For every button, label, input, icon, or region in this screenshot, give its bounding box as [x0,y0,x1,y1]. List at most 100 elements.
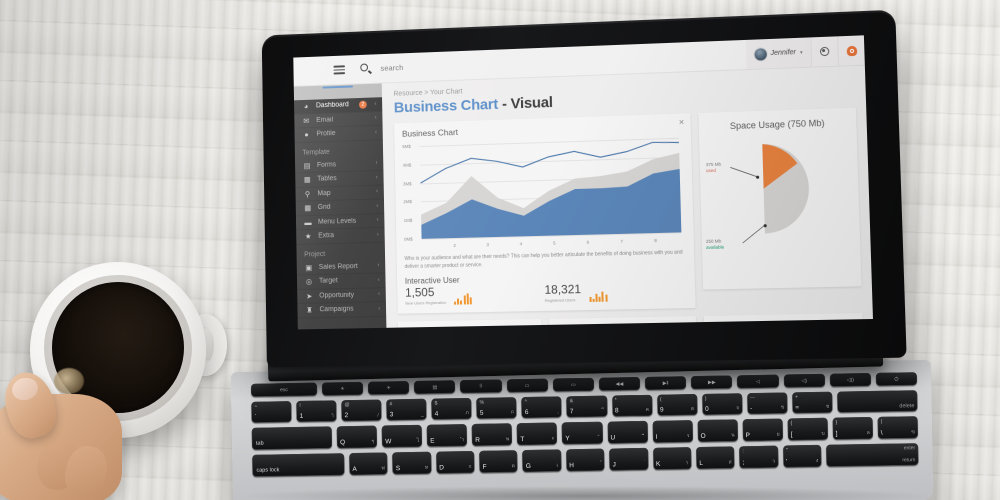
key-8[interactable]: * 8 ค [611,394,653,417]
chevron-left-icon: ‹ [374,101,377,108]
chevron-left-icon: ‹ [376,203,379,210]
key-d[interactable]: Dก [435,450,475,474]
chevron-down-icon: ▾ [799,49,803,56]
key-3[interactable]: #3 _ [386,398,427,421]
key-5[interactable]: % 5 ถ [476,397,517,419]
close-icon[interactable]: ✕ [678,118,684,127]
key-4[interactable]: $4 ภ [431,397,472,420]
key-s[interactable]: Sห [392,451,432,475]
laptop-lid: search Jennifer ▾ ◕ Dashboard 2 ‹ ✉ Emai… [261,9,907,368]
key-backslash[interactable]: | \ ฃ [877,416,918,439]
key-q[interactable]: Qๆ [336,425,378,449]
sidebar-item-label: Forms [316,161,337,169]
panel-marketing-chart[interactable]: Marketing Chart ✕ [549,316,697,330]
sidebar-item-label: Dashboard [315,101,349,110]
close-icon[interactable]: ✕ [530,324,536,329]
available-label: available [706,244,725,251]
user-menu[interactable]: Jennifer ▾ [745,37,812,70]
key-f4[interactable]: ⠿ [460,379,502,394]
key-f5[interactable]: ▭ [506,378,548,393]
key-bracket-right[interactable]: }] ล [832,416,873,440]
key-p[interactable]: Pย [742,418,783,442]
key-caps-lock[interactable]: caps lock [252,453,345,477]
search-input[interactable]: search [380,63,403,73]
key-f8[interactable]: ▶‖ [644,376,687,390]
key-f11[interactable]: ◁) [783,373,825,388]
chart-svg [420,138,682,239]
close-icon[interactable]: ✕ [684,321,690,329]
x-axis-label: 7 [620,238,623,244]
key-tab[interactable]: tab [251,426,333,450]
sidebar-item-campaigns[interactable]: ♜ Campaigns ‹ [297,302,387,319]
key-power[interactable]: ⏻ [875,372,918,386]
key-return-label-bottom: return [902,457,916,464]
key-r[interactable]: Rพ [471,423,513,446]
key-equals[interactable]: + = ช [791,391,833,414]
key-f9[interactable]: ▶▶ [691,375,733,390]
key-o[interactable]: Oน [697,419,738,442]
sidebar-item-label: Extra [318,232,334,240]
gear-icon [819,46,830,57]
key-minus[interactable]: — - ข [746,392,788,415]
key-f6[interactable]: ▭ [552,377,594,392]
x-axis-label: 2 [453,242,456,248]
key-f1[interactable]: ☀ [321,381,364,396]
notifications-button[interactable] [837,35,865,66]
key-bracket-left[interactable]: {[บ [787,417,828,441]
key-a[interactable]: Aฟ [349,452,388,476]
key-0[interactable]: ) 0 จ [701,393,743,415]
keyboard[interactable]: esc ☀ ☀ ▤ ⠿ ▭ ▭ ◀◀ ▶‖ ▶▶ ◁ ◁) ◁)) ⏻ ~ ` !… [245,372,919,500]
x-axis-label: 5 [553,240,556,246]
key-return[interactable]: enter return [826,443,919,467]
key-2[interactable]: @2/ [341,399,382,422]
panel-realtime-dashboard[interactable]: Realtime Dashboard ✕ [397,318,542,330]
key-t[interactable]: Tะ [517,422,558,446]
key-9[interactable]: (9 ต [656,393,698,416]
bottom-panels: Realtime Dashboard ✕ Marketing Chart ✕ T… [397,313,864,330]
key-tilde[interactable]: ~ ` [251,401,292,423]
settings-button[interactable] [810,36,838,67]
key-quote[interactable]: " ' ง [782,444,822,468]
sidebar-section-project-heading: Project [304,250,326,258]
user-name: Jennifer [770,49,797,58]
key-semicolon[interactable]: :; ว [739,445,779,469]
key-w[interactable]: Wไ [381,424,423,448]
keyboard-row-home[interactable]: caps lock Aฟ Sห Dก Fด Gเ H้ J่ Kา Lส :; ว… [246,443,919,477]
sidebar-item-label: Grid [317,204,331,212]
key-f7[interactable]: ◀◀ [598,376,641,391]
key-f12[interactable]: ◁)) [829,372,871,387]
key-i[interactable]: Iร [652,420,693,443]
business-chart: 5M$ 4M$ 3M$ 2M$ 1M$ 0M$ 2 3 4 5 6 7 8 [402,134,686,252]
key-f10[interactable]: ◁ [737,374,779,389]
key-f3[interactable]: ▤ [414,380,456,394]
sidebar-item-label: Tables [317,175,337,183]
stat-label: New Users Registration [405,299,447,306]
key-esc[interactable]: esc [250,382,318,397]
key-j[interactable]: J่ [609,447,649,471]
search-icon[interactable] [360,63,372,75]
key-7[interactable]: & 7ึ [566,395,608,418]
key-h[interactable]: H้ [565,448,605,472]
key-e[interactable]: Eำ [426,424,468,447]
sidebar-item-label: Profile [316,130,336,138]
x-axis-label: 6 [586,239,590,245]
sidebar-item-label: Opportunity [319,291,355,300]
chevron-left-icon: ‹ [376,217,379,224]
campaign-icon: ♜ [306,305,313,315]
report-icon: ▣ [305,262,313,272]
key-6[interactable]: ^ 6ุ [521,396,563,419]
key-u[interactable]: Uี [607,420,648,444]
key-1[interactable]: ! 1 ๅ [296,400,337,422]
used-label: used [705,168,717,174]
chevron-left-icon: ‹ [377,291,381,298]
key-delete[interactable]: delete [836,390,918,413]
sidebar-item-label: Map [317,189,331,198]
key-k[interactable]: Kา [652,447,692,470]
key-g[interactable]: Gเ [522,449,562,473]
key-f[interactable]: Fด [479,450,519,473]
panel-target[interactable]: Target [703,313,864,330]
key-f2[interactable]: ☀ [367,381,410,395]
key-l[interactable]: Lส [696,446,735,470]
hamburger-icon[interactable] [333,65,346,75]
key-y[interactable]: Yั [562,421,603,445]
